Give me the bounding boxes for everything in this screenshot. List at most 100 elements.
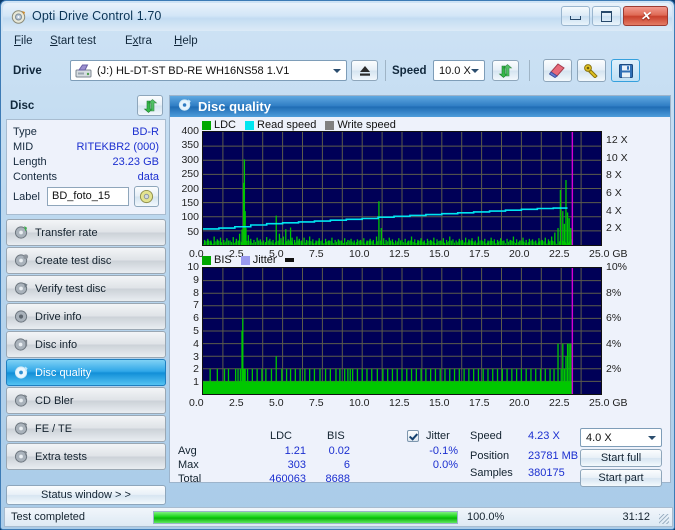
axis-tick-label: 3 xyxy=(193,350,199,363)
eraser-icon xyxy=(549,63,565,78)
panel-title: Disc quality xyxy=(198,99,271,114)
axis-tick-label: 12 X xyxy=(606,133,628,146)
axis-tick-label: 6 xyxy=(193,312,199,325)
disc-quality-icon xyxy=(14,365,29,380)
sidebar-item-label: Extra tests xyxy=(35,450,87,463)
sidebar-item-drive-info[interactable]: Drive info xyxy=(6,303,166,330)
verify-disc-icon xyxy=(14,281,29,296)
eject-button[interactable] xyxy=(351,60,378,81)
jitter-checkbox[interactable] xyxy=(407,430,419,442)
stats-col-bis: BIS xyxy=(327,430,345,442)
sidebar-item-extra-tests[interactable]: Extra tests xyxy=(6,443,166,470)
stats-row-avg: Avg xyxy=(178,445,197,457)
legend-swatch-read-speed xyxy=(245,120,255,130)
menu-item-extra[interactable]: Extra xyxy=(121,33,156,49)
drive-select[interactable]: (J:) HL-DT-ST BD-RE WH16NS58 1.V1 xyxy=(70,60,347,81)
status-bar: Test completed 100.0% 31:12 xyxy=(4,507,673,527)
legend-label-read-speed: Read speed xyxy=(257,119,317,131)
stats-samples-label: Samples xyxy=(470,467,513,479)
maximize-button[interactable] xyxy=(592,6,621,26)
axis-tick-label: 8% xyxy=(606,286,622,299)
start-full-button[interactable]: Start full xyxy=(580,449,662,467)
axis-tick-label: 1 xyxy=(193,376,199,389)
legend-label-ldc: LDC xyxy=(214,119,237,131)
disc-row-contents: Contents data xyxy=(13,171,161,185)
menu-item-help[interactable]: Help xyxy=(170,33,202,49)
legend-swatch-write-speed xyxy=(325,120,335,130)
sidebar-item-fe-te[interactable]: FE / TE xyxy=(6,415,166,442)
eject-icon xyxy=(359,65,370,76)
disc-refresh-button[interactable] xyxy=(137,95,163,116)
refresh-icon xyxy=(498,63,513,78)
chart1-legend: LDC Read speed Write speed xyxy=(202,119,396,131)
sidebar-item-disc-quality[interactable]: Disc quality xyxy=(6,359,166,386)
disc-label-input[interactable]: BD_foto_15 xyxy=(47,187,129,206)
toolbar: Drive (J:) HL-DT-ST BD-RE WH16NS58 1.V1 … xyxy=(4,53,671,91)
minimize-button[interactable] xyxy=(561,6,590,26)
close-button[interactable]: ✕ xyxy=(623,6,668,26)
start-part-button[interactable]: Start part xyxy=(580,469,662,487)
menu-item-file[interactable]: File xyxy=(10,33,37,49)
erase-button[interactable] xyxy=(543,59,572,82)
stats-samples-value: 380175 xyxy=(528,467,565,479)
chart2-legend: BIS Jitter xyxy=(202,254,294,266)
disc-section-header: Disc xyxy=(6,95,166,117)
save-button[interactable] xyxy=(611,59,640,82)
axis-tick-label: 12.5 xyxy=(389,248,410,260)
axis-tick-label: 300 xyxy=(181,153,199,166)
axis-tick-label: 50 xyxy=(187,225,199,238)
stats-avg-bis: 0.02 xyxy=(328,445,350,457)
legend-swatch-ldc xyxy=(202,120,211,130)
menu-bar: File Start test Extra Help xyxy=(4,31,671,51)
tools-button[interactable] xyxy=(577,59,606,82)
sidebar-item-disc-info[interactable]: Disc info xyxy=(6,331,166,358)
title-bar: Opti Drive Control 1.70 ✕ xyxy=(3,3,672,31)
status-window-button[interactable]: Status window > > xyxy=(6,485,166,505)
stats-speed-value: 4.23 X xyxy=(528,430,560,442)
speed-select[interactable]: 10.0 X xyxy=(433,60,485,81)
navigation-tabs: Transfer rate Create test disc Verify te… xyxy=(6,219,166,471)
axis-tick-label: 250 xyxy=(181,168,199,181)
disc-quality-bis-chart xyxy=(202,267,602,395)
sidebar-item-create-test-disc[interactable]: Create test disc xyxy=(6,247,166,274)
sidebar-item-cd-bler[interactable]: CD Bler xyxy=(6,387,166,414)
axis-tick-label: 100 xyxy=(181,211,199,224)
test-speed-value: 4.0 X xyxy=(586,431,612,444)
axis-tick-label: 5 xyxy=(193,325,199,337)
menu-item-start-test[interactable]: Start test xyxy=(46,33,100,49)
progress-bar xyxy=(153,511,458,524)
panel-header: Disc quality xyxy=(170,96,670,117)
axis-tick-label: 4 X xyxy=(606,204,622,217)
wrench-icon xyxy=(584,64,598,78)
elapsed-time: 31:12 xyxy=(622,511,650,523)
chevron-down-icon xyxy=(471,68,479,73)
stats-position-value: 23781 MB xyxy=(528,450,579,462)
chevron-down-icon xyxy=(648,435,656,440)
axis-tick-label: 7 xyxy=(193,299,199,312)
sidebar-item-label: Disc info xyxy=(35,338,78,351)
axis-tick-label: 25.0 GB xyxy=(589,397,628,409)
legend-swatch-jitter xyxy=(240,255,250,265)
axis-tick-label: 10% xyxy=(606,261,628,273)
stats-max-jitter: 0.0% xyxy=(432,459,458,471)
stats-row-max: Max xyxy=(178,459,199,471)
sidebar-item-transfer-rate[interactable]: Transfer rate xyxy=(6,219,166,246)
refresh-button[interactable] xyxy=(492,60,519,81)
disc-label: Disc xyxy=(10,100,35,112)
transfer-rate-icon xyxy=(14,225,29,240)
sidebar-item-label: FE / TE xyxy=(35,422,73,435)
axis-tick-label: 10 xyxy=(187,261,199,273)
axis-tick-label: 10 X xyxy=(606,151,628,164)
axis-tick-label: 2.5 xyxy=(229,397,244,409)
axis-tick-label: 4 xyxy=(193,337,199,350)
disc-info-panel: Type BD-R MID RITEKBR2 (000) Length 23.2… xyxy=(6,119,166,215)
stats-speed-label: Speed xyxy=(470,430,502,442)
progress-percent: 100.0% xyxy=(467,511,505,523)
status-message: Test completed xyxy=(11,511,85,523)
resize-grip[interactable] xyxy=(659,514,669,524)
disc-label-button[interactable] xyxy=(134,186,159,207)
create-disc-icon xyxy=(14,253,29,268)
sidebar-item-verify-test-disc[interactable]: Verify test disc xyxy=(6,275,166,302)
test-speed-select[interactable]: 4.0 X xyxy=(580,428,662,447)
sidebar-item-label: Drive info xyxy=(35,310,82,323)
